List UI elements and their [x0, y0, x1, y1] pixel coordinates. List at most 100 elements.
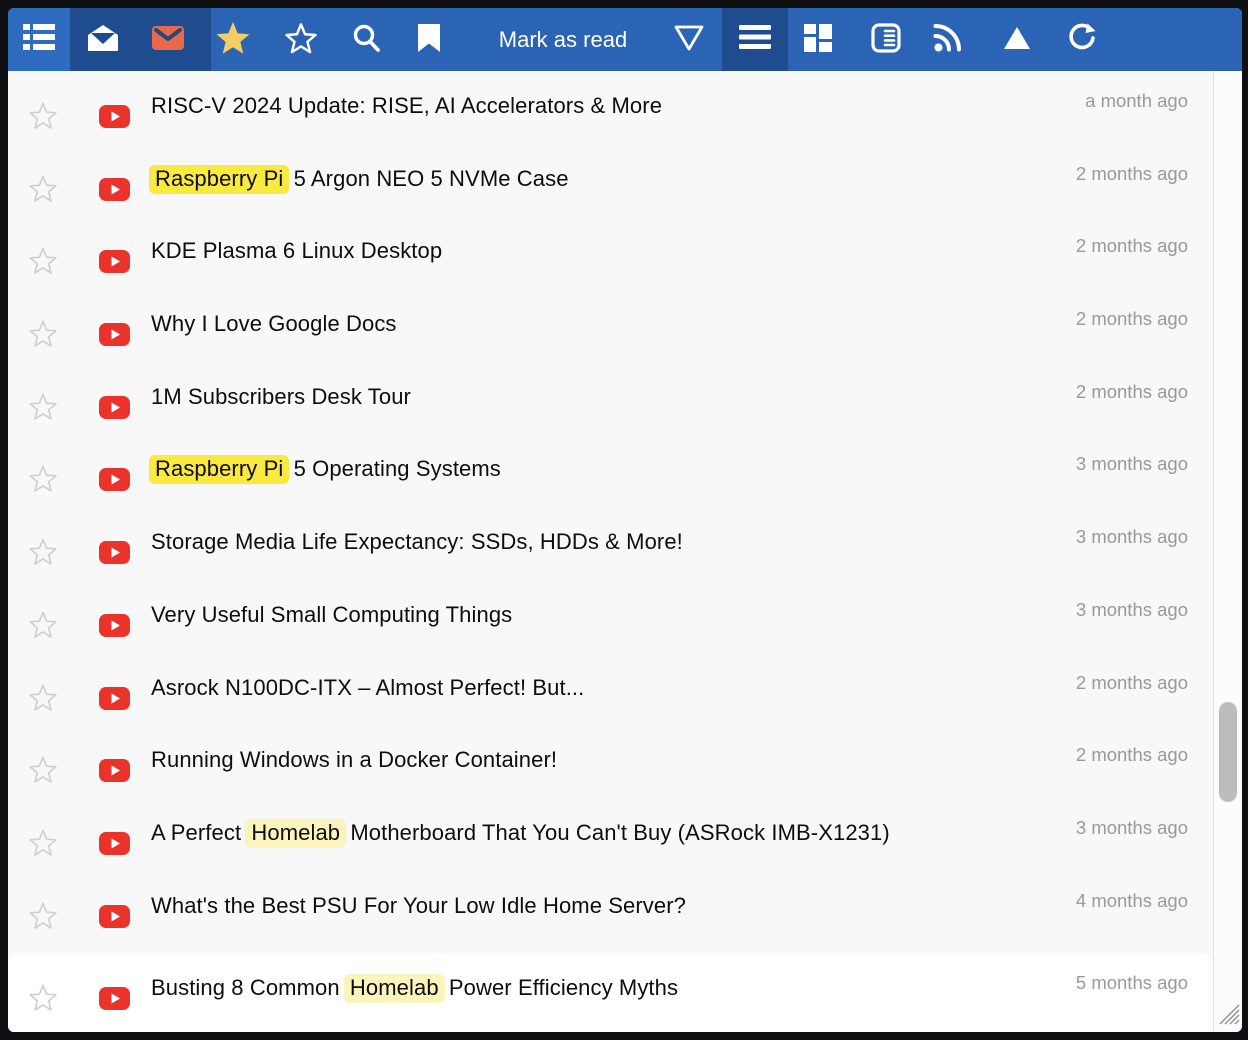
- article-title[interactable]: 1M Subscribers Desk Tour: [151, 384, 411, 410]
- article-title[interactable]: Raspberry Pi 5 Argon NEO 5 NVMe Case: [151, 166, 569, 192]
- star-toggle[interactable]: [28, 392, 58, 426]
- article-timestamp: a month ago: [1085, 90, 1188, 112]
- star-toggle[interactable]: [28, 101, 58, 135]
- menu-icon: [738, 24, 772, 55]
- article-timestamp: 2 months ago: [1076, 672, 1188, 694]
- article-timestamp: 3 months ago: [1076, 526, 1188, 548]
- article-title[interactable]: Asrock N100DC-ITX – Almost Perfect! But.…: [151, 675, 584, 701]
- youtube-feed-icon: [99, 905, 130, 933]
- article-list: RISC-V 2024 Update: RISE, AI Accelerator…: [8, 71, 1242, 1032]
- rss-button[interactable]: [926, 8, 970, 71]
- star-toggle[interactable]: [28, 683, 58, 717]
- article-row[interactable]: KDE Plasma 6 Linux Desktop 2 months ago: [8, 216, 1213, 289]
- article-row[interactable]: Raspberry Pi 5 Argon NEO 5 NVMe Case 2 m…: [8, 144, 1213, 217]
- article-timestamp: 2 months ago: [1076, 235, 1188, 257]
- rss-reader-window: Mark as read: [8, 8, 1242, 1032]
- article-timestamp: 4 months ago: [1076, 890, 1188, 912]
- search-icon: [351, 23, 381, 56]
- article-title[interactable]: Why I Love Google Docs: [151, 311, 397, 337]
- star-toggle[interactable]: [28, 537, 58, 571]
- scroll-top-icon: [1002, 25, 1032, 54]
- article-timestamp: 2 months ago: [1076, 163, 1188, 185]
- star-toggle[interactable]: [28, 319, 58, 353]
- youtube-feed-icon: [99, 614, 130, 642]
- layout-grid-icon: [803, 23, 833, 56]
- search-button[interactable]: [344, 8, 388, 71]
- starred-filter-icon: [215, 21, 251, 58]
- star-toggle[interactable]: [28, 610, 58, 644]
- article-row[interactable]: What's the Best PSU For Your Low Idle Ho…: [8, 871, 1213, 944]
- star-toggle[interactable]: [28, 828, 58, 862]
- star-toggle[interactable]: [28, 901, 58, 935]
- filter-dropdown-button[interactable]: [667, 8, 711, 71]
- filter-dropdown-icon: [673, 24, 705, 55]
- youtube-feed-icon: [99, 250, 130, 278]
- scrollbar-track[interactable]: [1213, 71, 1242, 1032]
- rss-icon: [933, 23, 963, 56]
- unread-envelope-icon: [151, 25, 185, 54]
- star-toggle[interactable]: [28, 983, 58, 1017]
- article-row[interactable]: Running Windows in a Docker Container! 2…: [8, 725, 1213, 798]
- scrollbar-thumb[interactable]: [1219, 702, 1237, 802]
- scroll-top-button[interactable]: [995, 8, 1039, 71]
- article-timestamp: 2 months ago: [1076, 308, 1188, 330]
- mark-unread-envelope-button[interactable]: [146, 8, 190, 71]
- article-title[interactable]: What's the Best PSU For Your Low Idle Ho…: [151, 893, 686, 919]
- resize-grip[interactable]: [1214, 999, 1240, 1030]
- article-row[interactable]: 1M Subscribers Desk Tour 2 months ago: [8, 362, 1213, 435]
- unread-list-icon: [22, 22, 56, 57]
- bookmark-button[interactable]: [407, 8, 451, 71]
- youtube-feed-icon: [99, 687, 130, 715]
- article-row[interactable]: Very Useful Small Computing Things 3 mon…: [8, 580, 1213, 653]
- star-toggle[interactable]: [28, 755, 58, 789]
- article-row[interactable]: Raspberry Pi 5 Operating Systems 3 month…: [8, 434, 1213, 507]
- star-toggle[interactable]: [28, 464, 58, 498]
- youtube-feed-icon: [99, 759, 130, 787]
- menu-button[interactable]: [722, 8, 788, 71]
- youtube-feed-icon: [99, 323, 130, 351]
- article-timestamp: 3 months ago: [1076, 817, 1188, 839]
- article-list-button[interactable]: [864, 8, 908, 71]
- youtube-feed-icon: [99, 987, 130, 1015]
- article-title[interactable]: Storage Media Life Expectancy: SSDs, HDD…: [151, 529, 683, 555]
- mark-as-read-button[interactable]: Mark as read: [468, 8, 658, 71]
- search-highlight-bright: Raspberry Pi: [149, 455, 289, 484]
- starred-filter-button[interactable]: [211, 8, 255, 71]
- article-list-icon: [871, 23, 901, 56]
- article-timestamp: 2 months ago: [1076, 744, 1188, 766]
- article-row[interactable]: RISC-V 2024 Update: RISE, AI Accelerator…: [8, 71, 1213, 144]
- article-title[interactable]: Busting 8 Common Homelab Power Efficienc…: [151, 975, 678, 1001]
- unread-list-button[interactable]: [8, 8, 70, 71]
- youtube-feed-icon: [99, 541, 130, 569]
- article-row[interactable]: Storage Media Life Expectancy: SSDs, HDD…: [8, 507, 1213, 580]
- article-row[interactable]: Why I Love Google Docs 2 months ago: [8, 289, 1213, 362]
- search-highlight-pale: Homelab: [344, 974, 445, 1003]
- article-row[interactable]: Busting 8 Common Homelab Power Efficienc…: [8, 943, 1213, 1032]
- search-highlight-pale: Homelab: [245, 819, 346, 848]
- article-title[interactable]: A Perfect Homelab Motherboard That You C…: [151, 820, 890, 846]
- article-row[interactable]: A Perfect Homelab Motherboard That You C…: [8, 798, 1213, 871]
- article-title[interactable]: RISC-V 2024 Update: RISE, AI Accelerator…: [151, 93, 662, 119]
- youtube-feed-icon: [99, 105, 130, 133]
- star-article-button[interactable]: [279, 8, 323, 71]
- star-toggle[interactable]: [28, 246, 58, 280]
- article-row[interactable]: Asrock N100DC-ITX – Almost Perfect! But.…: [8, 653, 1213, 726]
- article-title[interactable]: Raspberry Pi 5 Operating Systems: [151, 456, 501, 482]
- article-title[interactable]: Very Useful Small Computing Things: [151, 602, 512, 628]
- mark-read-envelope-button[interactable]: [81, 8, 125, 71]
- open-envelope-icon: [87, 24, 119, 55]
- layout-grid-button[interactable]: [796, 8, 840, 71]
- article-timestamp: 3 months ago: [1076, 599, 1188, 621]
- star-outline-icon: [284, 22, 318, 57]
- article-timestamp: 5 months ago: [1076, 972, 1188, 994]
- star-toggle[interactable]: [28, 174, 58, 208]
- youtube-feed-icon: [99, 832, 130, 860]
- refresh-icon: [1066, 22, 1098, 57]
- article-title[interactable]: KDE Plasma 6 Linux Desktop: [151, 238, 442, 264]
- article-timestamp: 3 months ago: [1076, 453, 1188, 475]
- article-title[interactable]: Running Windows in a Docker Container!: [151, 747, 557, 773]
- bookmark-icon: [416, 23, 442, 56]
- toolbar: Mark as read: [8, 8, 1242, 71]
- refresh-button[interactable]: [1060, 8, 1104, 71]
- youtube-feed-icon: [99, 396, 130, 424]
